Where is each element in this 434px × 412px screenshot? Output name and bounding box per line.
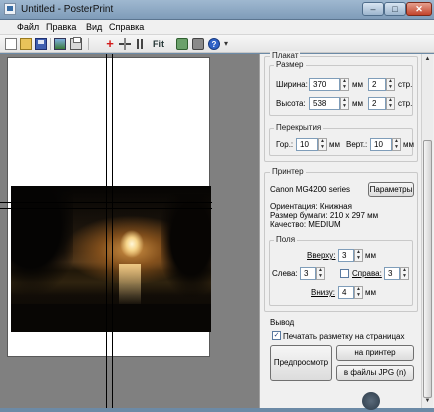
crop-marks-icon[interactable]: + — [104, 37, 116, 50]
margin-right-spinner[interactable] — [400, 267, 409, 280]
overlap-h-input[interactable]: 10 — [296, 138, 318, 151]
height-pages-input[interactable]: 2 — [368, 97, 386, 110]
width-label: Ширина: — [276, 80, 308, 89]
window-title: Untitled - PosterPrint — [21, 4, 114, 15]
shoreline — [11, 304, 211, 332]
overlap-h-unit: мм — [329, 140, 340, 149]
overlap-v-label: Верт.: — [346, 140, 368, 149]
overlap-v-spinner[interactable] — [392, 138, 401, 151]
height-unit: мм — [352, 99, 363, 108]
minimize-button[interactable]: – — [362, 2, 384, 16]
open-folder-icon[interactable] — [20, 38, 32, 50]
height-pages-spinner[interactable] — [386, 97, 395, 110]
split-horizontal-icon[interactable] — [119, 38, 131, 50]
scroll-up-icon[interactable]: ▲ — [423, 55, 432, 64]
overlap-v-unit: мм — [403, 140, 414, 149]
toolbar-separator — [50, 38, 51, 50]
page-cut-line-vertical — [106, 54, 107, 408]
preview-button[interactable]: Предпросмотр — [270, 345, 332, 381]
margin-left-input[interactable]: 3 — [300, 267, 316, 280]
poster-group-title: Плакат — [270, 51, 301, 60]
menu-edit[interactable]: Правка — [46, 22, 76, 32]
overlap-h-label: Гор.: — [276, 140, 294, 149]
margin-bottom-spinner[interactable] — [354, 286, 363, 299]
printer-name: Canon MG4200 series — [270, 185, 351, 194]
settings-icon[interactable] — [192, 38, 204, 50]
toolbar-separator — [88, 38, 89, 50]
menu-file[interactable]: Файл — [17, 22, 39, 32]
width-input[interactable]: 370 — [309, 78, 340, 91]
toolbar: + Fit ? ▾ — [0, 35, 434, 53]
margin-bottom-label: Внизу: — [311, 288, 336, 297]
tree-silhouette — [161, 194, 211, 304]
menu-view[interactable]: Вид — [86, 22, 102, 32]
menu-help[interactable]: Справка — [109, 22, 144, 32]
margin-right-label: Справа: — [352, 269, 382, 278]
width-pages-spinner[interactable] — [386, 78, 395, 91]
sun-reflection — [119, 264, 141, 306]
printer-params-button[interactable]: Параметры — [368, 182, 414, 197]
split-vertical-icon[interactable] — [134, 38, 146, 50]
size-group-title: Размер — [274, 60, 306, 69]
margin-top-input[interactable]: 3 — [338, 249, 354, 262]
print-marks-checkbox[interactable]: ✓ — [272, 331, 281, 340]
quality-text: Качество: MEDIUM — [270, 220, 341, 229]
margins-group-title: Поля — [274, 235, 298, 244]
height-spinner[interactable] — [340, 97, 349, 110]
overlap-v-input[interactable]: 10 — [370, 138, 392, 151]
margin-left-label: Слева: — [272, 269, 298, 278]
menu-bar: Файл Правка Вид Справка — [0, 20, 434, 35]
export-jpg-button[interactable]: в файлы JPG (n) — [336, 365, 414, 381]
printer-group-title: Принтер — [270, 167, 306, 176]
print-to-printer-button[interactable]: на принтер — [336, 345, 414, 361]
settings-panel: Плакат Размер Ширина: 370 мм 2 стр. Высо… — [259, 51, 434, 408]
maximize-button[interactable]: □ — [384, 2, 406, 16]
output-title: Вывод — [270, 318, 295, 327]
overlap-group-title: Перекрытия — [274, 123, 324, 132]
margin-top-unit: мм — [365, 251, 376, 260]
poster-canvas[interactable] — [0, 54, 259, 408]
margin-bottom-unit: мм — [365, 288, 376, 297]
toolbar-overflow-icon[interactable]: ▾ — [224, 38, 230, 50]
margin-lock-checkbox[interactable] — [340, 269, 349, 278]
height-input[interactable]: 538 — [309, 97, 340, 110]
margin-top-spinner[interactable] — [354, 249, 363, 262]
tree-silhouette — [11, 186, 73, 304]
width-spinner[interactable] — [340, 78, 349, 91]
margin-left-spinner[interactable] — [316, 267, 325, 280]
height-label: Высота: — [276, 99, 306, 108]
resize-grip-icon[interactable] — [362, 392, 380, 410]
title-bar: Untitled - PosterPrint – □ ✕ — [0, 0, 434, 20]
close-button[interactable]: ✕ — [406, 2, 432, 16]
width-pages-input[interactable]: 2 — [368, 78, 386, 91]
page-cut-line-horizontal — [0, 208, 212, 209]
help-icon[interactable]: ? — [208, 38, 220, 50]
paper-size-text: Размер бумаги: 210 x 297 мм — [270, 211, 379, 220]
overlap-h-spinner[interactable] — [318, 138, 327, 151]
width-unit: мм — [352, 80, 363, 89]
image-icon[interactable] — [54, 38, 66, 50]
print-marks-label: Печатать разметку на страницах — [283, 332, 405, 341]
page-cut-line-horizontal — [0, 202, 212, 203]
save-icon[interactable] — [35, 38, 47, 50]
margin-top-label: Вверху: — [307, 251, 336, 260]
zoom-in-icon[interactable] — [176, 38, 188, 50]
printer-icon[interactable] — [70, 37, 82, 50]
new-file-icon[interactable] — [5, 38, 17, 50]
page-cut-line-vertical — [112, 54, 113, 408]
scrollbar-thumb[interactable] — [423, 140, 432, 398]
width-pages-unit: стр. — [398, 80, 413, 89]
height-pages-unit: стр. — [398, 99, 413, 108]
fit-button[interactable]: Fit — [153, 38, 171, 50]
margin-right-input[interactable]: 3 — [384, 267, 400, 280]
panel-scrollbar[interactable]: ▲ ▼ — [421, 54, 433, 408]
margin-bottom-input[interactable]: 4 — [338, 286, 354, 299]
orientation-text: Ориентация: Книжная — [270, 202, 352, 211]
app-icon — [4, 3, 16, 15]
scroll-down-icon[interactable]: ▼ — [423, 397, 432, 406]
